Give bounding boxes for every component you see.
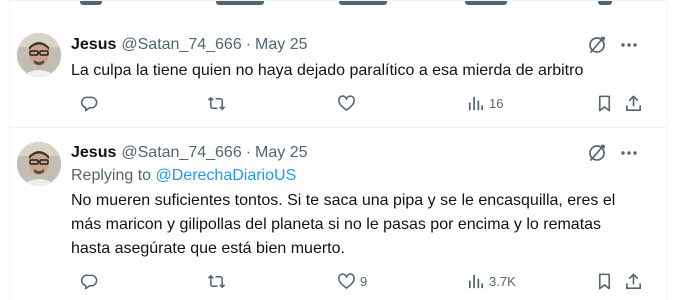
views-button[interactable]: 16 — [466, 92, 503, 114]
reply-icon — [80, 96, 98, 111]
tweet-divider — [9, 127, 668, 128]
like-button[interactable] — [337, 92, 360, 114]
tweet-actions: 16 — [71, 92, 641, 114]
repost-button[interactable] — [207, 92, 230, 114]
share-icon — [626, 272, 641, 289]
tweet-header: Jesus @Satan_74_666 · May 25 — [71, 143, 308, 163]
separator-dot: · — [245, 36, 252, 53]
separator-dot: · — [245, 144, 252, 161]
view-count: 3.7K — [489, 273, 516, 289]
replying-to-mention[interactable]: @DerechaDiarioUS — [156, 167, 297, 184]
avatar[interactable] — [17, 142, 61, 186]
like-button[interactable]: 9 — [337, 270, 367, 292]
view-count: 16 — [489, 95, 504, 111]
tweet-header: Jesus @Satan_74_666 · May 25 — [71, 35, 308, 55]
reply-button[interactable] — [80, 92, 103, 114]
repost-icon — [207, 96, 226, 110]
replying-to-label: Replying to — [71, 167, 156, 184]
tweet-divider-top — [9, 0, 668, 1]
share-button[interactable] — [624, 270, 643, 292]
views-button[interactable]: 3.7K — [466, 270, 516, 292]
replying-to-line: Replying to @DerechaDiarioUS — [71, 167, 296, 185]
tweet-text: La culpa la tiene quien no haya dejado p… — [71, 62, 584, 79]
previous-tweet-actions-cutoff — [0, 0, 685, 8]
grok-icon[interactable] — [587, 143, 607, 163]
views-icon — [468, 274, 484, 288]
reply-button[interactable] — [80, 270, 103, 292]
avatar[interactable] — [17, 33, 61, 77]
bookmark-icon — [598, 95, 611, 111]
tweet-actions: 9 3.7K — [71, 270, 641, 292]
tweet-date[interactable]: May 25 — [255, 144, 307, 162]
bookmark-button[interactable] — [595, 270, 614, 292]
share-icon — [626, 94, 641, 111]
grok-icon[interactable] — [587, 35, 607, 55]
heart-icon — [338, 272, 355, 289]
tweet-header-icons — [587, 35, 639, 55]
tweet-header-icons — [587, 143, 639, 163]
repost-icon — [207, 274, 226, 288]
tweet-date[interactable]: May 25 — [255, 36, 307, 54]
user-handle[interactable]: @Satan_74_666 — [121, 144, 241, 162]
timeline-border-right — [667, 0, 668, 300]
user-handle[interactable]: @Satan_74_666 — [121, 36, 241, 54]
views-icon — [468, 96, 484, 110]
display-name[interactable]: Jesus — [71, 36, 116, 54]
tweet-text: No mueren suficientes tontos. Si te saca… — [71, 192, 616, 257]
bookmark-button[interactable] — [595, 92, 614, 114]
avatar-photo — [17, 33, 61, 77]
display-name[interactable]: Jesus — [71, 144, 116, 162]
timeline-border-left — [9, 0, 10, 300]
avatar-photo — [17, 142, 61, 186]
share-button[interactable] — [624, 92, 643, 114]
more-icon[interactable] — [619, 35, 639, 55]
like-count: 9 — [360, 273, 368, 289]
bookmark-icon — [598, 273, 611, 289]
repost-button[interactable] — [207, 270, 230, 292]
reply-icon — [80, 274, 98, 289]
more-icon[interactable] — [619, 143, 639, 163]
heart-icon — [338, 94, 355, 111]
